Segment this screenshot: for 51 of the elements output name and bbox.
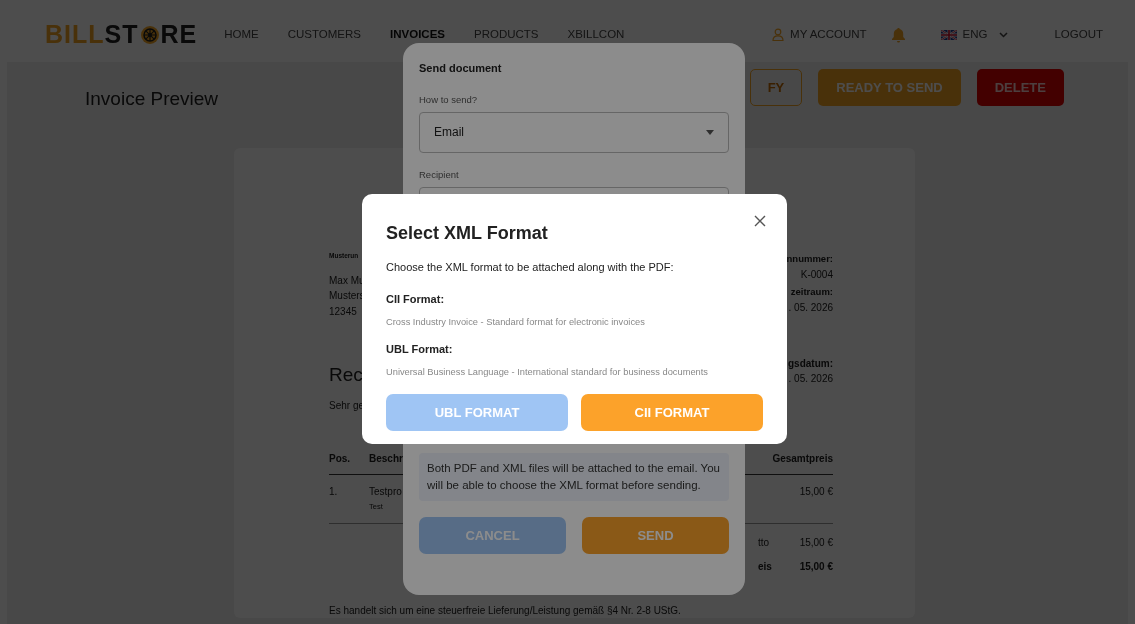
- nav-link[interactable]: XBILLCON: [567, 25, 625, 44]
- table-cell-text: 1.: [329, 484, 339, 499]
- table-cell-text: 15,00 €: [799, 484, 833, 499]
- format-button[interactable]: UBL FORMAT: [386, 394, 568, 432]
- table-cell-text: Testpro: [369, 484, 402, 499]
- totals-value: 15,00 €: [799, 535, 833, 550]
- action-button[interactable]: FY: [749, 69, 803, 106]
- meta-value: K-0004: [800, 267, 833, 282]
- field-label: How to send?: [419, 92, 479, 107]
- wheel-icon: [139, 24, 160, 45]
- nav-link[interactable]: CUSTOMERS: [287, 25, 361, 44]
- date-value: . 05. 2026: [788, 372, 833, 387]
- caret-down-icon: [706, 129, 714, 135]
- meta-label: zeitraum:: [790, 285, 833, 299]
- format-button[interactable]: CII FORMAT: [581, 394, 763, 432]
- format-name: CII Format:: [386, 291, 446, 307]
- flag-icon: [940, 29, 957, 40]
- date-label: gsdatum:: [788, 356, 833, 371]
- dialog-title: Select XML Format: [386, 222, 548, 245]
- address-line: 12345: [329, 304, 358, 319]
- page-title: Invoice Preview: [85, 86, 219, 111]
- column-header: Beschr: [369, 451, 403, 466]
- nav-link[interactable]: PRODUCTS: [474, 25, 539, 44]
- meta-value: . 05. 2026: [788, 300, 833, 315]
- meta-label: nnummer:: [786, 252, 833, 266]
- send-button[interactable]: SEND: [582, 517, 729, 554]
- logo-link[interactable]: BILLST RE: [45, 15, 198, 54]
- column-header: Gesamtpreis: [772, 451, 833, 466]
- totals-label: eis: [758, 559, 772, 574]
- footer-note: Es handelt sich um eine steuerfreie Lieferung/Leistung gemäß §4 Nr. 2-8 UStG.: [329, 604, 682, 618]
- format-description: Universal Business Language - International standard for business documents: [386, 366, 709, 380]
- format-name: UBL Format:: [386, 341, 454, 357]
- action-button[interactable]: READY TO SEND: [818, 69, 961, 106]
- info-message: Both PDF and XML files will be attached to the email. You will be able to choose the XML format before sending.: [419, 453, 729, 501]
- invoice-heading: Rec: [329, 362, 363, 387]
- logout-link[interactable]: LOGOUT: [1054, 25, 1103, 44]
- dialog-description: Choose the XML format to be attached along with the PDF:: [386, 260, 675, 275]
- chevron-down-icon: [999, 31, 1009, 38]
- totals-value: 15,00 €: [799, 559, 833, 574]
- user-icon: [772, 28, 785, 41]
- language-selector[interactable]: ENG: [940, 25, 1009, 44]
- my-account-link[interactable]: MY ACCOUNT: [772, 25, 867, 44]
- totals-label: tto: [758, 535, 770, 550]
- nav-link[interactable]: INVOICES: [390, 25, 445, 44]
- send-method-select[interactable]: Email: [419, 111, 729, 153]
- field-label: Recipient: [419, 167, 460, 182]
- dialog-title: Send document: [419, 61, 503, 76]
- nav-link[interactable]: HOME: [224, 25, 259, 44]
- format-description: Cross Industry Invoice - Standard format for electronic invoices: [386, 316, 646, 329]
- close-icon[interactable]: [754, 215, 766, 227]
- column-header: Pos.: [329, 451, 352, 466]
